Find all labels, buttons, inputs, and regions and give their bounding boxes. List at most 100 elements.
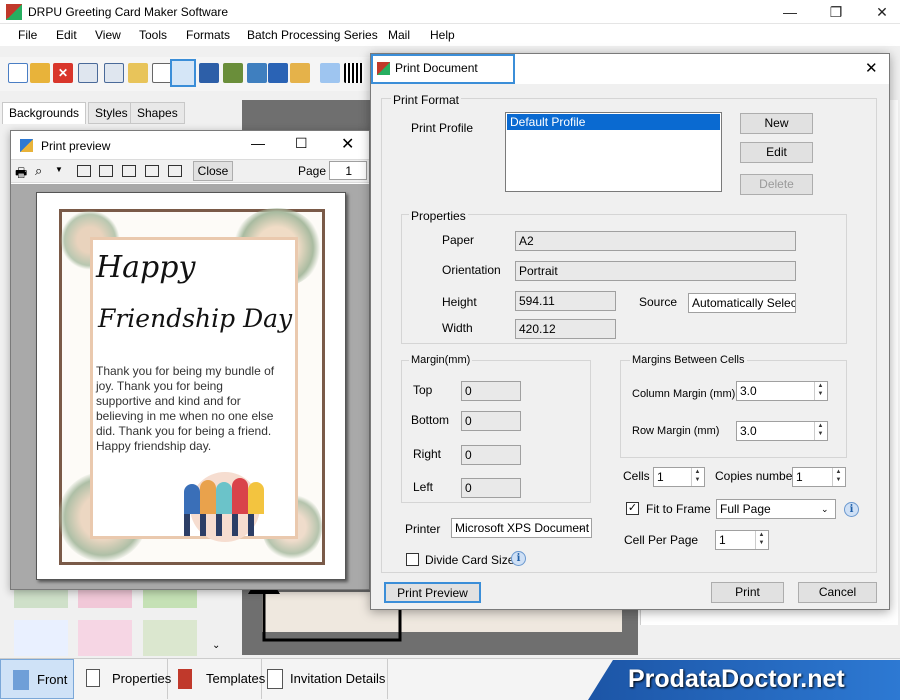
background-thumbnail[interactable]: [78, 620, 132, 656]
page-label: Page: [298, 164, 327, 178]
tab-properties[interactable]: Properties: [76, 659, 172, 699]
cancel-button[interactable]: Cancel: [798, 582, 877, 603]
frame-option-select[interactable]: Full Page: [716, 499, 836, 519]
card-icon[interactable]: [223, 63, 243, 83]
background-thumbnail[interactable]: [14, 590, 68, 608]
tab-invitation-details[interactable]: Invitation Details: [262, 659, 388, 699]
menu-formats[interactable]: Formats: [186, 28, 230, 42]
print-preview-maximize-button[interactable]: ☐: [295, 135, 308, 152]
profile-list-item[interactable]: Default Profile: [507, 114, 720, 130]
divide-card-label: Divide Card Size: [425, 553, 515, 567]
app-title-bar: DRPU Greeting Card Maker Software — ❐ ✕: [0, 0, 900, 24]
delete-profile-button[interactable]: Delete: [740, 174, 813, 195]
print-setup-icon[interactable]: [152, 63, 172, 83]
open-folder-icon[interactable]: [30, 63, 50, 83]
print-document-dialog: Print Document ✕ Print Format Print Prof…: [370, 53, 890, 610]
right-label: Right: [413, 447, 442, 461]
menu-batch-processing[interactable]: Batch Processing Series: [247, 28, 378, 42]
menu-tools[interactable]: Tools: [139, 28, 167, 42]
print-preview-button[interactable]: Print Preview: [384, 582, 481, 603]
card-heading-line1: Happy: [96, 250, 196, 285]
profile-list[interactable]: Default Profile: [505, 112, 722, 192]
save-icon[interactable]: [78, 63, 98, 83]
edit-profile-button[interactable]: Edit: [740, 142, 813, 163]
height-label: Height: [442, 295, 477, 309]
chevron-down-icon[interactable]: ⌄: [821, 504, 829, 515]
image-icon[interactable]: [247, 63, 267, 83]
printer-icon[interactable]: 🖶: [15, 164, 27, 186]
background-thumbnail[interactable]: [14, 620, 68, 656]
column-margin-spinner[interactable]: ▲ ▼: [814, 382, 826, 400]
pen-icon[interactable]: [268, 63, 288, 83]
copies-label: Copies number: [715, 469, 797, 483]
tab-invitation-details-label: Invitation Details: [290, 671, 386, 686]
divide-card-checkbox[interactable]: [406, 553, 419, 566]
menu-help[interactable]: Help: [430, 28, 455, 42]
card-message: Thank you for being my bundle of joy. Th…: [96, 364, 275, 453]
frame-info-icon[interactable]: i: [844, 502, 859, 517]
source-field[interactable]: Automatically Selec: [688, 293, 796, 313]
brand-text: ProdataDoctor.net: [628, 665, 845, 693]
menu-edit[interactable]: Edit: [56, 28, 77, 42]
copies-spinner[interactable]: ▲ ▼: [832, 468, 844, 486]
cells-spinner[interactable]: ▲ ▼: [691, 468, 703, 486]
export-icon[interactable]: [128, 63, 148, 83]
scroll-down-arrow[interactable]: ⌄: [212, 640, 220, 651]
close-file-icon[interactable]: ✕: [53, 63, 73, 83]
menu-mail[interactable]: Mail: [388, 28, 410, 42]
print-icon[interactable]: [170, 59, 196, 87]
width-field: 420.12: [515, 319, 616, 339]
tab-properties-label: Properties: [112, 671, 172, 686]
background-thumbnail[interactable]: [78, 590, 132, 608]
send-icon[interactable]: [199, 63, 219, 83]
wordart-icon[interactable]: [320, 63, 340, 83]
menu-view[interactable]: View: [95, 28, 121, 42]
background-thumbnail[interactable]: [143, 620, 197, 656]
minimize-button[interactable]: —: [768, 0, 812, 24]
chevron-down-icon[interactable]: ▼: [55, 165, 63, 174]
three-pages-icon[interactable]: [122, 165, 136, 177]
tab-front-label: Front: [37, 672, 68, 687]
cell-per-page-spinner[interactable]: ▲ ▼: [755, 531, 767, 549]
restore-button[interactable]: ❐: [814, 0, 858, 24]
one-page-icon[interactable]: [77, 165, 91, 177]
column-margin-label: Column Margin (mm): [632, 388, 736, 400]
print-preview-minimize-button[interactable]: —: [251, 135, 265, 151]
right-margin-field[interactable]: 0: [461, 445, 521, 465]
zoom-icon[interactable]: ⌕: [35, 163, 42, 179]
shape-icon[interactable]: [290, 63, 310, 83]
printer-select[interactable]: Microsoft XPS Document: [451, 518, 592, 538]
properties-label: Properties: [409, 209, 468, 223]
print-button[interactable]: Print: [711, 582, 784, 603]
left-margin-field[interactable]: 0: [461, 478, 521, 498]
print-preview-close-button[interactable]: ✕: [341, 134, 354, 154]
properties-icon: [86, 669, 100, 687]
barcode-icon[interactable]: [344, 63, 364, 83]
six-pages-icon[interactable]: [168, 165, 182, 177]
row-margin-spinner[interactable]: ▲ ▼: [814, 422, 826, 440]
close-window-button[interactable]: ✕: [860, 0, 900, 24]
two-pages-icon[interactable]: [99, 165, 113, 177]
tab-shapes[interactable]: Shapes: [130, 102, 185, 124]
divide-info-icon[interactable]: i: [511, 551, 526, 566]
tab-backgrounds[interactable]: Backgrounds: [2, 102, 87, 124]
row-margin-label: Row Margin (mm): [632, 425, 720, 437]
new-profile-button[interactable]: New: [740, 113, 813, 134]
fit-to-frame-checkbox[interactable]: ✓: [626, 502, 639, 515]
tab-front[interactable]: Front: [0, 659, 74, 699]
four-pages-icon[interactable]: [145, 165, 159, 177]
save-as-icon[interactable]: [104, 63, 124, 83]
top-margin-field[interactable]: 0: [461, 381, 521, 401]
print-document-close-button[interactable]: ✕: [865, 59, 878, 77]
page-number-input[interactable]: 1: [329, 161, 367, 180]
print-preview-close-label-button[interactable]: Close: [193, 161, 233, 181]
bottom-margin-field[interactable]: 0: [461, 411, 521, 431]
tab-templates[interactable]: Templates: [170, 659, 265, 699]
background-thumbnail[interactable]: [143, 590, 197, 608]
print-preview-title: Print preview: [41, 139, 111, 153]
tab-styles[interactable]: Styles: [88, 102, 135, 124]
new-file-icon[interactable]: [8, 63, 28, 83]
chevron-down-icon[interactable]: ⌄: [578, 522, 586, 533]
menu-file[interactable]: File: [18, 28, 37, 42]
cells-margin-label: Margins Between Cells: [630, 354, 747, 366]
